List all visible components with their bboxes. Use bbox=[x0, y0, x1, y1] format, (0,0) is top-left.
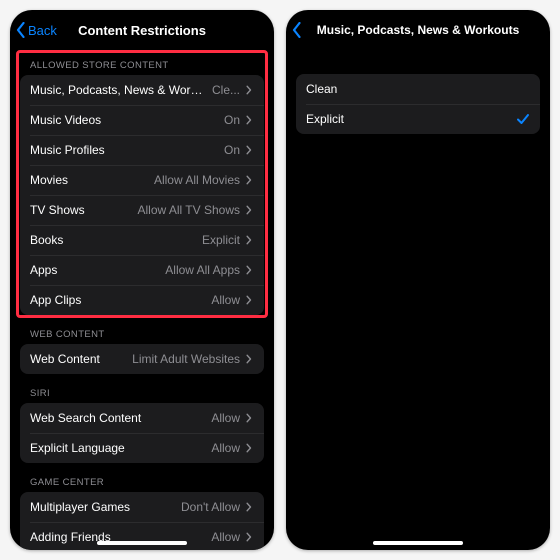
phone-right: Music, Podcasts, News & Workouts Clean E… bbox=[286, 10, 550, 550]
row-movies[interactable]: Movies Allow All Movies bbox=[20, 165, 264, 195]
row-value: Don't Allow bbox=[181, 500, 240, 514]
option-clean[interactable]: Clean bbox=[296, 74, 540, 104]
row-label: Books bbox=[30, 233, 196, 247]
row-label: Music Profiles bbox=[30, 143, 218, 157]
chevron-right-icon bbox=[246, 295, 254, 305]
group-header: GAME CENTER bbox=[10, 467, 274, 492]
phone-left: Back Content Restrictions ALLOWED STORE … bbox=[10, 10, 274, 550]
row-value: Allow All Apps bbox=[165, 263, 240, 277]
row-value: On bbox=[224, 113, 240, 127]
group-siri: SIRI Web Search Content Allow Explicit L… bbox=[10, 378, 274, 463]
row-web-content[interactable]: Web Content Limit Adult Websites bbox=[20, 344, 264, 374]
row-value: Limit Adult Websites bbox=[132, 352, 240, 366]
page-title: Music, Podcasts, News & Workouts bbox=[286, 23, 550, 37]
row-music-videos[interactable]: Music Videos On bbox=[20, 105, 264, 135]
row-adding-friends[interactable]: Adding Friends Allow bbox=[20, 522, 264, 550]
nav-bar: Back Content Restrictions bbox=[10, 10, 274, 50]
checkmark-icon bbox=[516, 112, 530, 126]
group-game-center: GAME CENTER Multiplayer Games Don't Allo… bbox=[10, 467, 274, 550]
chevron-right-icon bbox=[246, 413, 254, 423]
chevron-left-icon bbox=[292, 22, 302, 38]
row-tv-shows[interactable]: TV Shows Allow All TV Shows bbox=[20, 195, 264, 225]
chevron-right-icon bbox=[246, 502, 254, 512]
chevron-right-icon bbox=[246, 532, 254, 542]
row-value: Allow All Movies bbox=[154, 173, 240, 187]
group-header: WEB CONTENT bbox=[10, 319, 274, 344]
row-value: Explicit bbox=[202, 233, 240, 247]
row-label: Clean bbox=[306, 82, 530, 96]
home-indicator bbox=[373, 541, 463, 545]
row-music-profiles[interactable]: Music Profiles On bbox=[20, 135, 264, 165]
group-web-content: WEB CONTENT Web Content Limit Adult Webs… bbox=[10, 319, 274, 374]
back-button[interactable] bbox=[286, 22, 304, 38]
row-value: Allow bbox=[211, 293, 240, 307]
row-label: Web Content bbox=[30, 352, 126, 366]
chevron-right-icon bbox=[246, 443, 254, 453]
back-label: Back bbox=[28, 23, 57, 38]
chevron-right-icon bbox=[246, 175, 254, 185]
row-label: TV Shows bbox=[30, 203, 132, 217]
group-body: Web Search Content Allow Explicit Langua… bbox=[20, 403, 264, 463]
chevron-right-icon bbox=[246, 115, 254, 125]
group-body: Clean Explicit bbox=[296, 74, 540, 134]
chevron-right-icon bbox=[246, 235, 254, 245]
row-value: Cle... bbox=[212, 83, 240, 97]
row-explicit-language[interactable]: Explicit Language Allow bbox=[20, 433, 264, 463]
row-label: Multiplayer Games bbox=[30, 500, 175, 514]
settings-list: ALLOWED STORE CONTENT Music, Podcasts, N… bbox=[10, 50, 274, 550]
chevron-right-icon bbox=[246, 145, 254, 155]
chevron-right-icon bbox=[246, 265, 254, 275]
row-label: Movies bbox=[30, 173, 148, 187]
options-list: Clean Explicit bbox=[286, 50, 550, 550]
chevron-right-icon bbox=[246, 85, 254, 95]
chevron-right-icon bbox=[246, 205, 254, 215]
group-body: Music, Podcasts, News & Workouts Cle... … bbox=[20, 75, 264, 315]
row-web-search-content[interactable]: Web Search Content Allow bbox=[20, 403, 264, 433]
back-button[interactable]: Back bbox=[10, 22, 57, 38]
row-label: Web Search Content bbox=[30, 411, 205, 425]
row-label: Explicit bbox=[306, 112, 516, 126]
row-label: Music, Podcasts, News & Workouts bbox=[30, 83, 206, 97]
row-label: Apps bbox=[30, 263, 159, 277]
row-label: Explicit Language bbox=[30, 441, 205, 455]
group-allowed-store: ALLOWED STORE CONTENT Music, Podcasts, N… bbox=[10, 50, 274, 315]
home-indicator bbox=[97, 541, 187, 545]
row-books[interactable]: Books Explicit bbox=[20, 225, 264, 255]
option-explicit[interactable]: Explicit bbox=[296, 104, 540, 134]
row-multiplayer-games[interactable]: Multiplayer Games Don't Allow bbox=[20, 492, 264, 522]
group-header: SIRI bbox=[10, 378, 274, 403]
group-body: Web Content Limit Adult Websites bbox=[20, 344, 264, 374]
row-value: Allow All TV Shows bbox=[138, 203, 241, 217]
chevron-right-icon bbox=[246, 354, 254, 364]
row-label: Music Videos bbox=[30, 113, 218, 127]
group-header: ALLOWED STORE CONTENT bbox=[10, 50, 274, 75]
nav-bar: Music, Podcasts, News & Workouts bbox=[286, 10, 550, 50]
row-music-podcasts-news-workouts[interactable]: Music, Podcasts, News & Workouts Cle... bbox=[20, 75, 264, 105]
row-value: Allow bbox=[211, 411, 240, 425]
chevron-left-icon bbox=[16, 22, 26, 38]
row-value: Allow bbox=[211, 530, 240, 544]
row-value: On bbox=[224, 143, 240, 157]
row-app-clips[interactable]: App Clips Allow bbox=[20, 285, 264, 315]
row-value: Allow bbox=[211, 441, 240, 455]
row-label: App Clips bbox=[30, 293, 205, 307]
row-apps[interactable]: Apps Allow All Apps bbox=[20, 255, 264, 285]
